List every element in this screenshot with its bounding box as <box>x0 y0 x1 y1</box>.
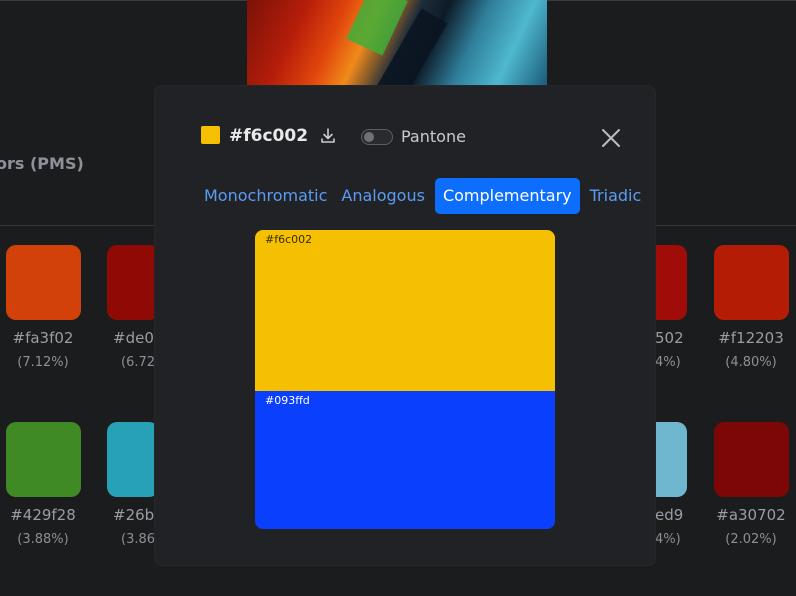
color-harmony-modal: #f6c002 Pantone Monochromatic Analogous … <box>155 86 655 565</box>
palette-card[interactable]: #fa3f02 (7.12%) <box>0 245 98 370</box>
palette-card[interactable]: #de04 (6.72% <box>89 245 168 370</box>
palette-percent: (3.88%) <box>17 532 69 547</box>
palette-hex: #fa3f02 <box>12 329 74 347</box>
palette-percent: (7.12%) <box>17 355 69 370</box>
palette-chip[interactable] <box>107 422 159 497</box>
harmony-color-block[interactable]: #f6c002 <box>255 230 555 391</box>
palette-card[interactable]: ed9 4%) <box>655 422 695 547</box>
close-icon[interactable] <box>601 128 621 148</box>
palette-hex: #26b2 <box>113 506 164 524</box>
tab-complementary[interactable]: Complementary <box>434 178 580 214</box>
selected-color-swatch <box>201 126 220 144</box>
palette-hex: ed9 <box>655 506 684 524</box>
palette-hex: #a30702 <box>716 506 786 524</box>
palette-card[interactable]: 502 4%) <box>655 245 695 370</box>
palette-percent: 4%) <box>655 532 681 547</box>
selected-color-hex[interactable]: #f6c002 <box>229 126 308 146</box>
harmony-color-block[interactable]: #093ffd <box>255 391 555 529</box>
palette-chip[interactable] <box>713 245 789 320</box>
palette-card[interactable]: #f12203 (4.80%) <box>696 245 796 370</box>
harmony-color-hex: #f6c002 <box>265 233 313 246</box>
source-image <box>247 0 547 86</box>
download-icon[interactable] <box>319 127 337 145</box>
pantone-toggle[interactable] <box>361 129 393 145</box>
tab-analogous[interactable]: Analogous <box>337 178 429 214</box>
section-title: ors (PMS) <box>0 154 84 173</box>
palette-hex: 502 <box>655 329 684 347</box>
palette-card[interactable]: #26b2 (3.86 <box>89 422 164 547</box>
palette-percent: (3.86 <box>121 532 156 547</box>
pantone-toggle-label: Pantone <box>401 127 466 146</box>
harmony-color-hex: #093ffd <box>265 394 310 407</box>
palette-chip[interactable] <box>107 245 159 320</box>
palette-chip[interactable] <box>5 422 81 497</box>
palette-card[interactable]: #a30702 (2.02%) <box>696 422 796 547</box>
palette-hex: #de04 <box>113 329 164 347</box>
palette-percent: (2.02%) <box>725 532 777 547</box>
palette-percent: (4.80%) <box>725 355 777 370</box>
palette-chip[interactable] <box>655 422 687 497</box>
palette-percent: (6.72% <box>121 355 168 370</box>
palette-hex: #f12203 <box>718 329 784 347</box>
tab-triadic[interactable]: Triadic <box>586 178 646 214</box>
harmony-preview: #f6c002 #093ffd <box>255 230 555 529</box>
palette-chip[interactable] <box>5 245 81 320</box>
palette-card[interactable]: #429f28 (3.88%) <box>0 422 98 547</box>
palette-chip[interactable] <box>655 245 687 320</box>
palette-hex: #429f28 <box>10 506 76 524</box>
harmony-tabs: Monochromatic Analogous Complementary Tr… <box>200 178 645 214</box>
palette-chip[interactable] <box>713 422 789 497</box>
palette-percent: 4%) <box>655 355 681 370</box>
tab-monochromatic[interactable]: Monochromatic <box>200 178 331 214</box>
